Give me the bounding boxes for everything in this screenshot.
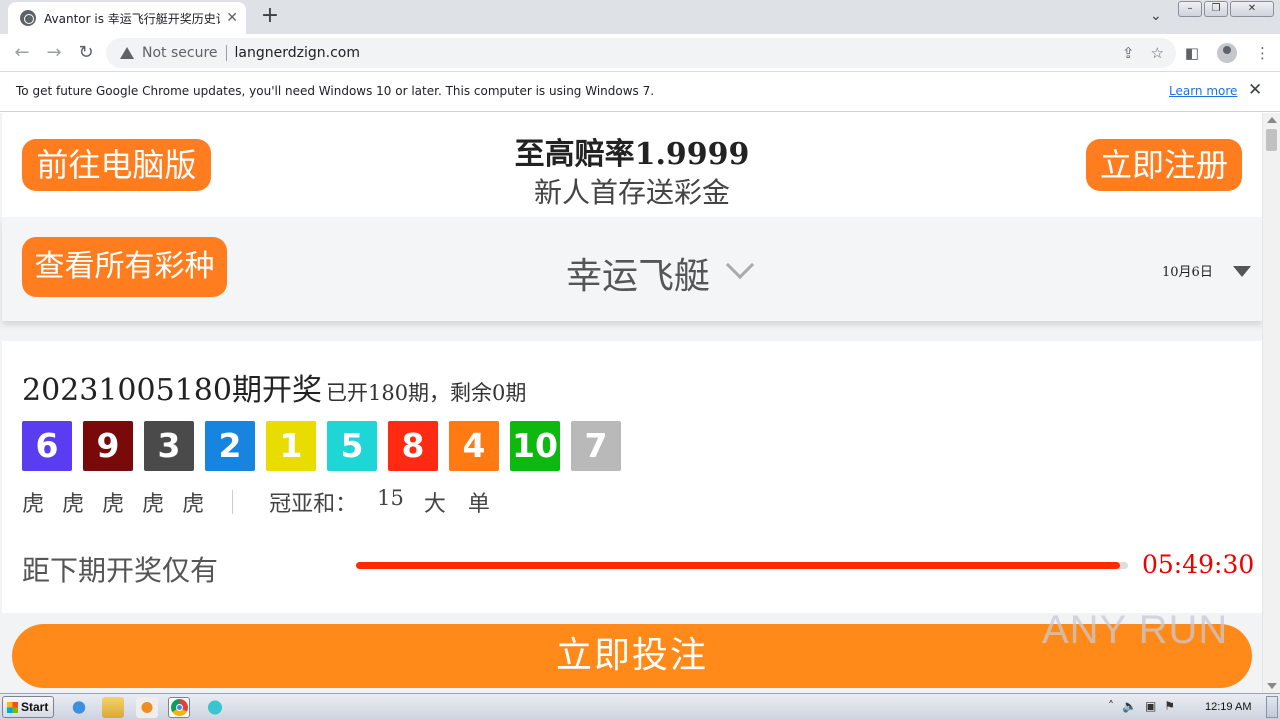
result-ball: 1	[266, 421, 316, 471]
minimize-button[interactable]: –	[1178, 1, 1202, 17]
size-tag: 大	[423, 492, 446, 517]
result-ball: 3	[144, 421, 194, 471]
action-center-flag-icon[interactable]: ⚑	[1164, 699, 1175, 713]
date-dropdown-icon[interactable]	[1233, 266, 1251, 277]
globe-icon	[20, 10, 36, 26]
tab-title: Avantor is 幸运飞行艇开奖历史记录	[44, 11, 221, 26]
internet-explorer-icon[interactable]	[68, 697, 90, 718]
result-ball: 6	[22, 421, 72, 471]
page-viewport: 前往电脑版 至高赔率1.9999 新人首存送彩金 立即注册 查看所有彩种 幸运飞…	[0, 113, 1280, 693]
sum-value: 15	[377, 486, 404, 510]
tab-search-icon[interactable]: ⌄	[1150, 8, 1162, 24]
scroll-up-icon[interactable]	[1267, 117, 1277, 123]
restore-button[interactable]: ❐	[1204, 1, 1228, 17]
promo-subline: 新人首存送彩金	[533, 176, 730, 209]
result-ball: 10	[510, 421, 560, 471]
result-ball: 5	[327, 421, 377, 471]
toolbar-actions: ◧ ⋮	[1185, 43, 1270, 63]
result-ball: 4	[449, 421, 499, 471]
tab-strip: Avantor is 幸运飞行艇开奖历史记录 ✕ + ⌄ – ❐ ✕	[0, 0, 1280, 34]
network-icon[interactable]: ▣	[1145, 699, 1156, 713]
file-explorer-icon[interactable]	[102, 697, 124, 718]
promo-header: 前往电脑版 至高赔率1.9999 新人首存送彩金 立即注册	[2, 113, 1262, 217]
forward-icon[interactable]: →	[43, 42, 65, 64]
security-status[interactable]: Not secure	[142, 45, 218, 61]
show-desktop-button[interactable]	[1266, 696, 1278, 718]
start-button[interactable]: Start	[2, 696, 54, 718]
result-attributes: 虎 虎 虎 虎 虎 冠亚和： 15 大 单	[22, 486, 512, 518]
sum-label: 冠亚和：	[269, 492, 358, 517]
dragon-tiger-3: 虎	[102, 492, 125, 517]
period-number: 20231005180期开奖	[22, 373, 322, 408]
result-ball: 2	[205, 421, 255, 471]
menu-kebab-icon[interactable]: ⋮	[1255, 44, 1270, 62]
edge-icon[interactable]	[204, 697, 226, 718]
volume-icon[interactable]: 🔈	[1122, 699, 1137, 713]
browser-toolbar: ← → ↻ Not secure langnerdzign.com ⇪ ☆ ◧ …	[0, 34, 1280, 72]
tab-close-icon[interactable]: ✕	[226, 10, 238, 26]
result-balls: 6 9 3 2 1 5 8 4 10 7	[22, 421, 621, 471]
dragon-tiger-4: 虎	[142, 492, 165, 517]
draw-result-panel: 20231005180期开奖 已开180期，剩余0期 6 9 3 2 1 5 8 4 10 7 虎 …	[2, 341, 1262, 613]
close-window-button[interactable]: ✕	[1230, 1, 1274, 17]
bookmark-star-icon[interactable]: ☆	[1151, 44, 1164, 62]
date-selector[interactable]: 10月6日	[1162, 261, 1213, 280]
infobar-close-icon[interactable]: ✕	[1248, 80, 1262, 100]
promo-headline: 至高赔率1.9999	[514, 137, 750, 172]
profile-avatar-icon[interactable]	[1217, 43, 1237, 63]
side-panel-icon[interactable]: ◧	[1185, 44, 1199, 62]
reload-icon[interactable]: ↻	[75, 42, 97, 64]
learn-more-link[interactable]: Learn more	[1169, 84, 1237, 98]
scroll-thumb[interactable]	[1266, 129, 1277, 151]
windows-logo-icon	[7, 702, 18, 713]
update-infobar: To get future Google Chrome updates, you…	[0, 72, 1280, 112]
windows-taskbar: Start ˄ 🔈 ▣ ⚑ 12:19 AM	[0, 693, 1280, 720]
tray-expand-icon[interactable]: ˄	[1108, 699, 1114, 713]
browser-tab[interactable]: Avantor is 幸运飞行艇开奖历史记录 ✕	[8, 2, 246, 34]
all-games-button[interactable]: 查看所有彩种	[22, 237, 227, 297]
system-tray: ˄ 🔈 ▣ ⚑	[1108, 699, 1175, 713]
countdown-label: 距下期开奖仅有	[22, 554, 219, 587]
game-name[interactable]: 幸运飞艇	[566, 247, 710, 299]
taskbar-clock[interactable]: 12:19 AM	[1205, 701, 1251, 713]
scroll-down-icon[interactable]	[1267, 683, 1277, 689]
result-ball: 8	[388, 421, 438, 471]
countdown-progress-fill	[356, 562, 1121, 569]
countdown-progress-bar	[356, 562, 1128, 569]
page-scrollbar[interactable]	[1262, 113, 1280, 693]
chevron-down-icon[interactable]	[725, 250, 755, 280]
register-button[interactable]: 立即注册	[1086, 139, 1242, 191]
parity-tag: 单	[467, 492, 490, 517]
dragon-tiger-5: 虎	[182, 492, 205, 517]
address-bar[interactable]: Not secure langnerdzign.com ⇪ ☆	[106, 38, 1176, 68]
media-player-icon[interactable]	[136, 697, 158, 718]
lottery-page: 前往电脑版 至高赔率1.9999 新人首存送彩金 立即注册 查看所有彩种 幸运飞…	[2, 113, 1262, 693]
result-ball: 7	[571, 421, 621, 471]
chrome-taskbar-icon[interactable]	[168, 697, 190, 718]
share-icon[interactable]: ⇪	[1122, 44, 1135, 62]
countdown-timer: 05:49:30	[1142, 550, 1255, 579]
dragon-tiger-2: 虎	[62, 492, 85, 517]
dragon-tiger-1: 虎	[22, 492, 45, 517]
omnibox-actions: ⇪ ☆	[1122, 44, 1164, 62]
new-tab-button[interactable]: +	[258, 5, 282, 29]
back-icon[interactable]: ←	[11, 42, 33, 64]
infobar-message: To get future Google Chrome updates, you…	[16, 84, 655, 98]
attribute-divider	[232, 490, 234, 514]
period-title: 20231005180期开奖 已开180期，剩余0期	[22, 365, 526, 409]
start-label: Start	[21, 700, 49, 714]
period-detail: 已开180期，剩余0期	[325, 381, 527, 405]
url-text[interactable]: langnerdzign.com	[235, 45, 360, 61]
result-ball: 9	[83, 421, 133, 471]
lottery-selector-bar: 查看所有彩种 幸运飞艇 10月6日	[2, 217, 1262, 321]
address-separator	[225, 45, 227, 61]
watermark-logo: ANY RUN	[1042, 608, 1229, 652]
warning-icon[interactable]	[120, 47, 134, 59]
window-controls: – ❐ ✕	[1178, 1, 1274, 17]
